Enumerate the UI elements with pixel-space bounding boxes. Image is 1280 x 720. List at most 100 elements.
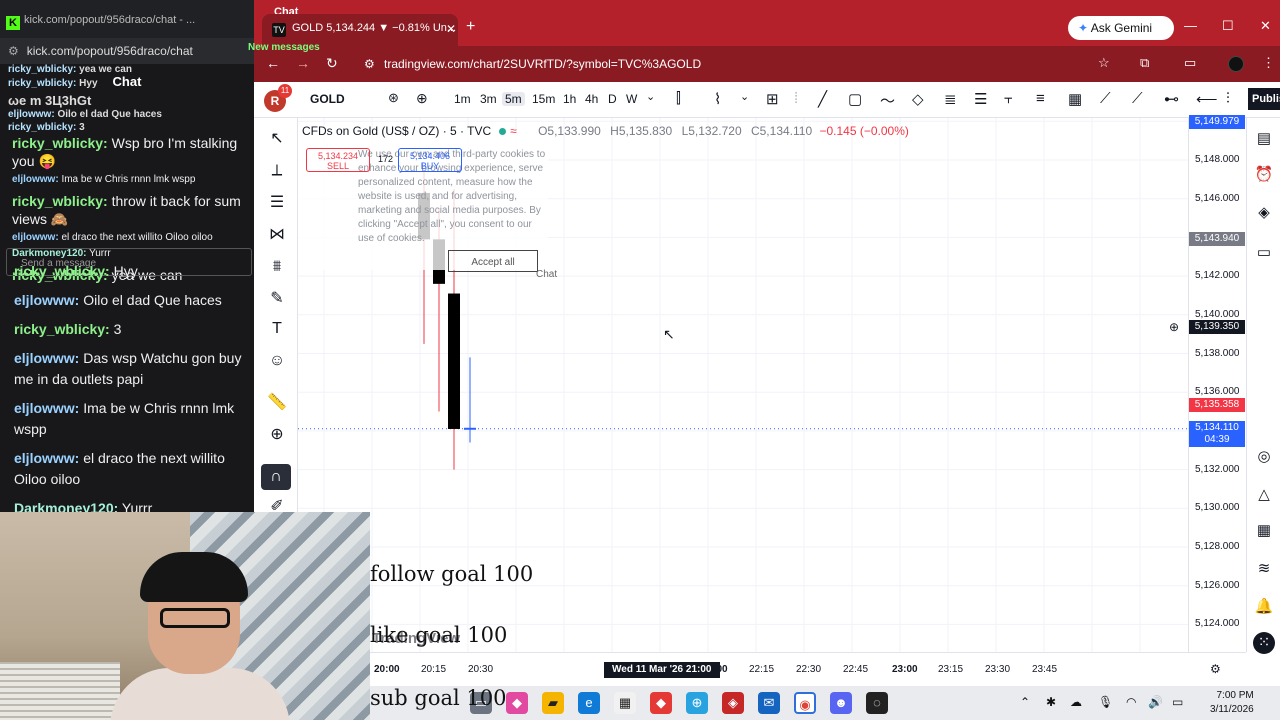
chats-icon[interactable]: ▭ [1253, 242, 1275, 264]
price-scale[interactable]: 5,148.000 5,146.000 5,142.000 5,140.000 5,13… [1169, 114, 1246, 652]
ask-gemini-button[interactable]: ✦ Ask Gemini [1068, 16, 1174, 40]
candles-icon[interactable]: ⫿ [676, 90, 681, 107]
interval-15m[interactable]: 15m [532, 92, 555, 106]
app-blue-icon[interactable]: ⊕ [686, 692, 708, 714]
chat-url[interactable]: kick.com/popout/956draco/chat [27, 44, 193, 58]
edge-icon[interactable]: e [578, 692, 600, 714]
publish-button[interactable]: Publish [1248, 88, 1280, 110]
cloud-icon[interactable]: ☁ [1070, 695, 1082, 709]
close-tab-icon[interactable]: ✕ [446, 22, 456, 36]
interval-1h[interactable]: 1h [563, 92, 576, 106]
close-window-icon[interactable]: ✕ [1260, 18, 1271, 34]
alerts-icon[interactable]: ⏰ [1253, 164, 1275, 186]
legend-symbol-name[interactable]: CFDs on Gold (US$ / OZ) · 5 · TVC [302, 124, 491, 138]
volume-icon[interactable]: 🔊 [1148, 695, 1163, 709]
cast-icon[interactable]: ▭ [1184, 55, 1196, 71]
ellipse-icon[interactable]: ◇ [912, 90, 924, 108]
ray-icon[interactable]: ⟋ [1100, 90, 1111, 107]
path-icon[interactable]: 〜 [880, 90, 895, 111]
channel-icon[interactable]: ☰ [974, 90, 987, 108]
apps-icon[interactable]: ⁙ [1253, 632, 1275, 654]
rectangle-icon[interactable]: ▢ [848, 90, 862, 108]
target-icon[interactable]: ◎ [1253, 446, 1275, 468]
interval-3m[interactable]: 3m [480, 92, 497, 106]
price-label-high: 5,149.979 [1189, 114, 1245, 129]
menu-icon[interactable]: ⋮ [1262, 55, 1275, 71]
battery-icon[interactable]: ▭ [1172, 695, 1183, 709]
site-info-icon[interactable]: ⚙ [364, 57, 375, 71]
levels-icon[interactable]: ≡ [1036, 90, 1045, 107]
stream-icon[interactable]: ≋ [1253, 558, 1275, 580]
interval-w[interactable]: W [626, 92, 637, 106]
store-icon[interactable]: ▦ [614, 692, 636, 714]
time-scale[interactable]: 23:4523:3023:1523:0022:4522:3022:1522:00… [288, 652, 1246, 686]
address-bar[interactable]: ⚙ tradingview.com/chart/2SUVRfTD/?symbol… [360, 50, 1110, 78]
app-red-icon[interactable]: ◆ [650, 692, 672, 714]
watchlist-icon[interactable]: ▤ [1253, 128, 1275, 150]
brush-icon[interactable]: ✎ [266, 288, 288, 310]
interval-4h[interactable]: 4h [585, 92, 598, 106]
symbol-search[interactable]: GOLD [310, 92, 345, 106]
new-messages-label[interactable]: New messages [248, 42, 320, 53]
back-icon[interactable]: ← [266, 55, 280, 71]
settings-gear-icon[interactable]: ⚙ [1210, 662, 1221, 676]
extensions-icon[interactable]: ⧉ [1140, 55, 1149, 71]
prediction-tool-icon[interactable]: ⩩ [266, 256, 288, 278]
wifi-icon[interactable]: ◠ [1126, 695, 1136, 709]
maximize-icon[interactable]: ☐ [1222, 18, 1234, 34]
fib-icon[interactable]: ≣ [944, 90, 957, 108]
fib-tool-icon[interactable]: ☰ [266, 192, 288, 214]
ruler-icon[interactable]: 📏 [266, 392, 288, 414]
text-tool-icon[interactable]: T [266, 318, 288, 340]
accept-all-button[interactable]: Accept all [448, 250, 538, 272]
chevron-down-icon[interactable]: ⌄ [740, 90, 749, 103]
cursor-icon[interactable]: ↖ [266, 128, 288, 150]
sell-button[interactable]: 5,134.234 SELL [306, 148, 370, 172]
tune-icon[interactable]: ⚙ [8, 44, 19, 58]
add-alert-icon[interactable]: ⊕ [1169, 320, 1185, 334]
obs-icon[interactable]: ◌ [866, 692, 888, 714]
bookmark-star-icon[interactable]: ☆ [1098, 55, 1110, 71]
interval-5m[interactable]: 5m [502, 92, 525, 106]
templates-icon[interactable]: ⊞ [766, 90, 779, 108]
layers-icon[interactable]: ◈ [1253, 202, 1275, 224]
watch-icon[interactable]: ⊛ [388, 90, 399, 106]
horizontal-line-icon[interactable]: ⟵ [1196, 90, 1218, 108]
interval-1m[interactable]: 1m [454, 92, 471, 106]
vertical-line-icon[interactable]: ⫶ [1226, 90, 1230, 107]
trendline-tool-icon[interactable]: ⟂ [266, 160, 288, 182]
shield-icon[interactable]: ◈ [722, 692, 744, 714]
indicators-icon[interactable]: ⌇ [714, 90, 721, 108]
calendar-icon[interactable]: ▦ [1253, 520, 1275, 542]
zoom-in-icon[interactable]: ⊕ [266, 424, 288, 446]
horizontal-ray-icon[interactable]: ⊷ [1164, 90, 1179, 108]
chat-url-bar[interactable]: ⚙ kick.com/popout/956draco/chat [0, 38, 254, 64]
discord-icon[interactable]: ☻ [830, 692, 852, 714]
tray-chevron-icon[interactable]: ⌃ [1020, 695, 1030, 709]
chevron-down-icon[interactable]: ⌄ [646, 90, 655, 103]
grid-icon[interactable]: ▦ [1068, 90, 1082, 108]
notifications-icon[interactable]: 🔔 [1253, 596, 1275, 618]
pitchfork-icon[interactable]: ⫟ [1004, 90, 1013, 107]
buy-button[interactable]: 5,134.406 BUY [398, 148, 462, 172]
chrome-icon[interactable]: ◉ [794, 692, 816, 714]
new-tab-icon[interactable]: + [466, 18, 475, 36]
extended-line-icon[interactable]: ⟋ [1132, 90, 1143, 107]
compare-symbol-icon[interactable]: ⊕ [416, 90, 428, 107]
profile-avatar[interactable] [1228, 56, 1244, 72]
clock[interactable]: 7:00 PM 3/11/2026 [1210, 689, 1254, 717]
microphone-icon[interactable]: 🎙 [1098, 695, 1113, 709]
emoji-icon[interactable]: ☺ [266, 350, 288, 372]
address-text[interactable]: tradingview.com/chart/2SUVRfTD/?symbol=T… [384, 57, 701, 71]
tray-app-icon[interactable]: ✱ [1046, 695, 1056, 709]
mail-icon[interactable]: ✉ [758, 692, 780, 714]
file-explorer-icon[interactable]: ▰ [542, 692, 564, 714]
reload-icon[interactable]: ↻ [326, 55, 338, 72]
interval-d[interactable]: D [608, 92, 617, 106]
copilot-icon[interactable]: ◆ [506, 692, 528, 714]
pattern-tool-icon[interactable]: ⋈ [266, 224, 288, 246]
minimize-icon[interactable]: — [1184, 18, 1197, 33]
ideas-icon[interactable]: △ [1253, 484, 1275, 506]
magnet-icon[interactable]: ∩ [261, 464, 291, 490]
trend-line-icon[interactable]: ╱ [818, 90, 827, 108]
